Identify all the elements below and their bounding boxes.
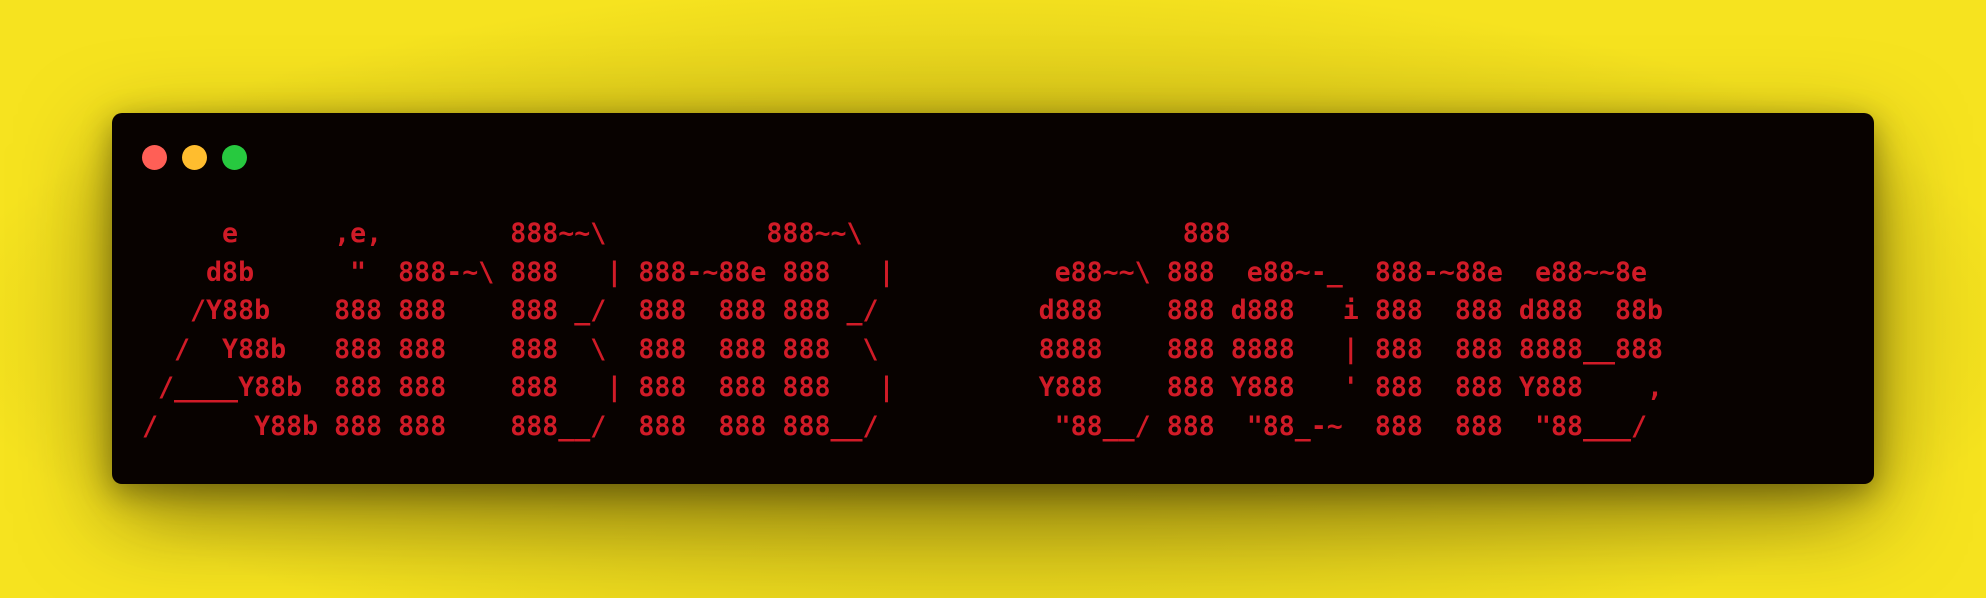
close-button[interactable] [142,145,167,170]
window-controls [142,145,247,170]
minimize-button[interactable] [182,145,207,170]
terminal-window: e ,e, 888~~\ 888~~\ 888 d8b " 888-~\ 888… [112,113,1874,484]
ascii-art-line: /Y88b 888 888 888 _/ 888 888 888 _/ d888… [142,295,1664,326]
ascii-art-line: /____Y88b 888 888 888 | 888 888 888 | Y8… [142,372,1664,403]
ascii-art-line: / Y88b 888 888 888 \ 888 888 888 \ 8888 … [142,333,1664,365]
ascii-art-line: d8b " 888-~\ 888 | 888-~88e 888 | e88~~\… [142,256,1648,288]
zoom-button[interactable] [222,145,247,170]
ascii-art-line: / Y88b 888 888 888__/ 888 888 888__/ "88… [142,410,1648,442]
ascii-art-line: e ,e, 888~~\ 888~~\ 888 [142,218,1231,249]
terminal-output: e ,e, 888~~\ 888~~\ 888 d8b " 888-~\ 888… [142,215,1854,446]
